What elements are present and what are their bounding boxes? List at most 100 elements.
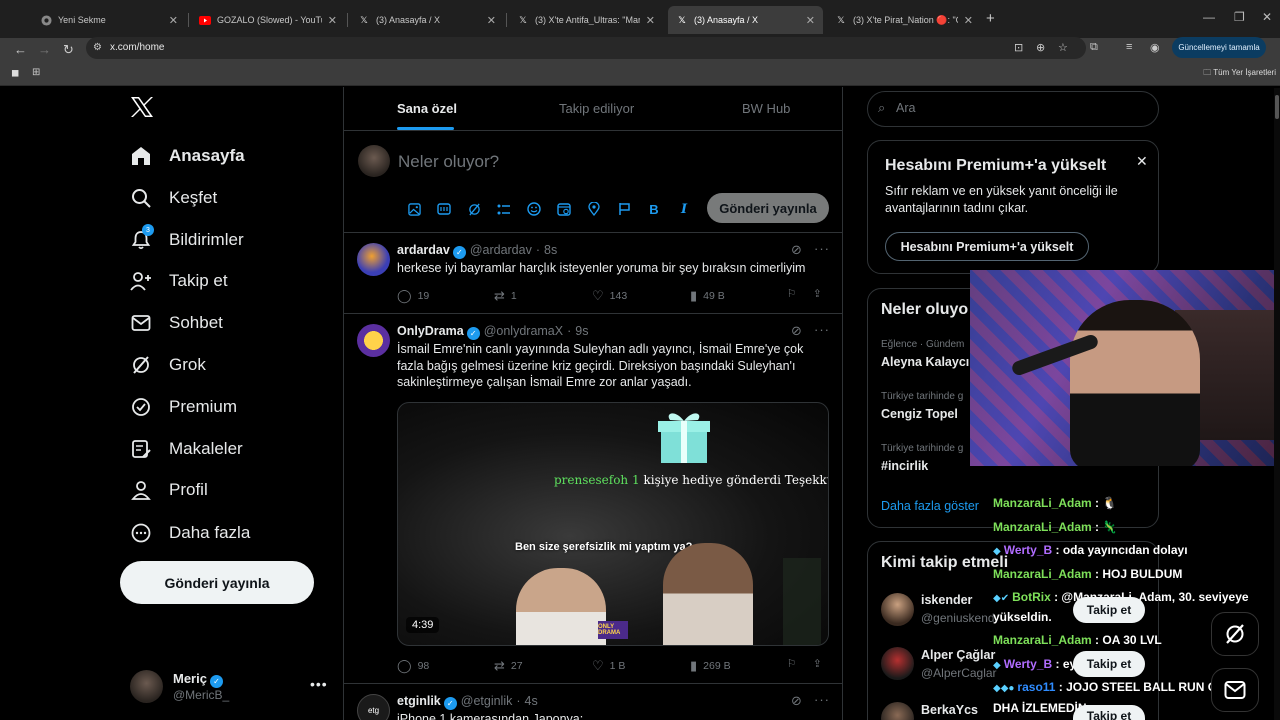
more-dots-icon[interactable]: ••• — [310, 676, 328, 692]
grok-icon[interactable] — [1211, 612, 1259, 656]
zoom-icon[interactable]: ⊕ — [1036, 41, 1045, 54]
nav-premium[interactable]: Premium — [130, 389, 237, 425]
nav-more[interactable]: Daha fazla — [130, 515, 250, 551]
like-button[interactable]: ♡ 143 — [592, 288, 627, 304]
site-info-icon[interactable]: ⚙ — [93, 42, 102, 53]
nav-messages[interactable]: Sohbet — [130, 305, 223, 341]
follow-button[interactable]: Takip et — [1073, 651, 1145, 677]
nav-follow[interactable]: Takip et — [130, 263, 228, 299]
bookmark-icon[interactable]: ⚐ — [787, 288, 796, 300]
like-button[interactable]: ♡ 1 B — [592, 658, 625, 674]
browser-tab[interactable]: Yeni Sekme ✕ — [32, 6, 186, 34]
tweet-handle[interactable]: @onlydramaX — [484, 324, 563, 338]
close-icon[interactable]: ✕ — [328, 14, 337, 27]
avatar[interactable] — [881, 702, 914, 720]
tweet[interactable]: etg etginlik ✓ @etginlik · 4s ⊘ ··· iPhone 1… — [344, 684, 842, 720]
image-icon[interactable] — [399, 199, 429, 219]
grok-icon[interactable]: ⊘ — [791, 693, 802, 709]
poll-icon[interactable] — [489, 199, 519, 219]
close-icon[interactable]: ✕ — [1136, 153, 1148, 170]
new-tab-icon[interactable]: + — [986, 10, 995, 27]
tweet-video[interactable]: prensesefoh 1 kişiye hediye gönderdi Teş… — [397, 402, 829, 646]
flag-icon[interactable] — [609, 199, 639, 219]
grok-icon[interactable]: ⊘ — [791, 242, 802, 258]
close-icon[interactable]: ✕ — [806, 14, 815, 27]
suggested-user-name[interactable]: iskender — [921, 593, 972, 607]
back-icon[interactable]: ← — [14, 42, 27, 57]
views-button[interactable]: ▮ 269 B — [690, 658, 731, 674]
nav-explore[interactable]: Keşfet — [130, 180, 217, 216]
profile-icon[interactable]: ◉ — [1150, 41, 1160, 54]
scrollbar-thumb[interactable] — [1275, 95, 1279, 119]
share-icon[interactable]: ⇪ — [813, 658, 822, 670]
browser-tab[interactable]: 𝕏 (3) Anasayfa / X ✕ — [350, 6, 504, 34]
tab-search-icon[interactable]: ◼ — [11, 68, 19, 79]
tweet[interactable]: OnlyDrama ✓ @onlydramaX · 9s ⊘ ··· İsmail Em… — [344, 314, 842, 684]
tab-following[interactable]: Takip ediliyor — [559, 101, 634, 116]
browser-tab[interactable]: 𝕏 (3) X'te Antifa_Ultras: "Mark Ru ✕ — [509, 6, 663, 34]
nav-home[interactable]: Anasayfa — [130, 138, 245, 174]
retweet-button[interactable]: ⇄ 27 — [494, 658, 523, 674]
tweet-time[interactable]: 9s — [575, 324, 588, 338]
account-switcher[interactable]: Meriç ✓ @MericB_ ••• — [130, 670, 330, 710]
browser-tab[interactable]: 𝕏 (3) X'te Pirat_Nation 🔴: "Capc ✕ — [827, 6, 981, 34]
tab-bw-hub[interactable]: BW Hub — [742, 101, 790, 116]
address-bar[interactable] — [86, 37, 1086, 59]
avatar[interactable] — [881, 647, 914, 680]
tweet-time[interactable]: 8s — [544, 243, 557, 257]
minimize-icon[interactable]: — — [1203, 10, 1215, 24]
close-icon[interactable]: ✕ — [169, 14, 178, 27]
suggested-user-name[interactable]: BerkaYcs — [921, 703, 978, 717]
avatar[interactable] — [357, 243, 390, 276]
reply-button[interactable]: ◯ 98 — [397, 658, 429, 674]
follow-button[interactable]: Takip et — [1073, 705, 1145, 720]
views-button[interactable]: ▮ 49 B — [690, 288, 725, 304]
grok-icon[interactable]: ⊘ — [791, 323, 802, 339]
schedule-icon[interactable] — [549, 199, 579, 219]
premium-upgrade-button[interactable]: Hesabını Premium+'a yükselt — [885, 232, 1089, 261]
avatar[interactable] — [357, 324, 390, 357]
location-icon[interactable] — [579, 199, 609, 219]
apps-icon[interactable]: ⊞ — [32, 67, 40, 78]
composer-input[interactable]: Neler oluyor? — [398, 152, 499, 172]
italic-icon[interactable]: I — [669, 199, 699, 219]
nav-articles[interactable]: Makaleler — [130, 431, 243, 467]
post-button[interactable]: Gönderi yayınla — [120, 561, 314, 604]
bookmark-star-icon[interactable]: ☆ — [1058, 41, 1068, 54]
composer-post-button[interactable]: Gönderi yayınla — [707, 193, 829, 223]
update-button[interactable]: Güncellemeyi tamamla — [1172, 37, 1266, 58]
more-dots-icon[interactable]: ··· — [814, 322, 830, 337]
tweet-handle[interactable]: @etginlik — [461, 694, 513, 708]
reply-button[interactable]: ◯ 19 — [397, 288, 429, 304]
avatar[interactable] — [881, 593, 914, 626]
show-more-link[interactable]: Daha fazla göster — [881, 499, 979, 513]
nav-profile[interactable]: Profil — [130, 472, 208, 508]
browser-tab-active[interactable]: 𝕏 (3) Anasayfa / X ✕ — [668, 6, 823, 34]
url-text[interactable]: x.com/home — [110, 42, 164, 53]
trend-item[interactable]: Aleyna Kalaycı — [881, 355, 969, 369]
close-icon[interactable]: ✕ — [964, 14, 973, 27]
trend-item[interactable]: #incirlik — [881, 459, 928, 473]
browser-tab[interactable]: GOZALO (Slowed) - YouTube ✕ — [191, 6, 345, 34]
bookmark-icon[interactable]: ⚐ — [787, 658, 796, 670]
forward-icon[interactable]: → — [38, 42, 51, 57]
bold-icon[interactable]: B — [639, 199, 669, 219]
suggested-user-name[interactable]: Alper Çağlar — [921, 648, 995, 662]
grok-icon[interactable] — [459, 199, 489, 219]
follow-button[interactable]: Takip et — [1073, 597, 1145, 623]
tab-for-you[interactable]: Sana özel — [397, 101, 457, 116]
tweet-author[interactable]: OnlyDrama — [397, 324, 464, 338]
x-logo-icon[interactable] — [130, 96, 154, 122]
reload-icon[interactable]: ↻ — [63, 42, 74, 58]
nav-grok[interactable]: Grok — [130, 347, 206, 383]
all-bookmarks[interactable]: 🗀 Tüm Yer İşaretleri — [1203, 67, 1276, 81]
more-dots-icon[interactable]: ··· — [814, 692, 830, 707]
tweet-time[interactable]: 4s — [525, 694, 538, 708]
gif-icon[interactable] — [429, 199, 459, 219]
retweet-button[interactable]: ⇄ 1 — [494, 288, 517, 304]
close-window-icon[interactable]: ✕ — [1262, 10, 1272, 24]
trend-item[interactable]: Cengiz Topel — [881, 407, 958, 421]
tweet-handle[interactable]: @ardardav — [470, 243, 532, 257]
avatar[interactable]: etg — [357, 694, 390, 720]
close-icon[interactable]: ✕ — [646, 14, 655, 27]
